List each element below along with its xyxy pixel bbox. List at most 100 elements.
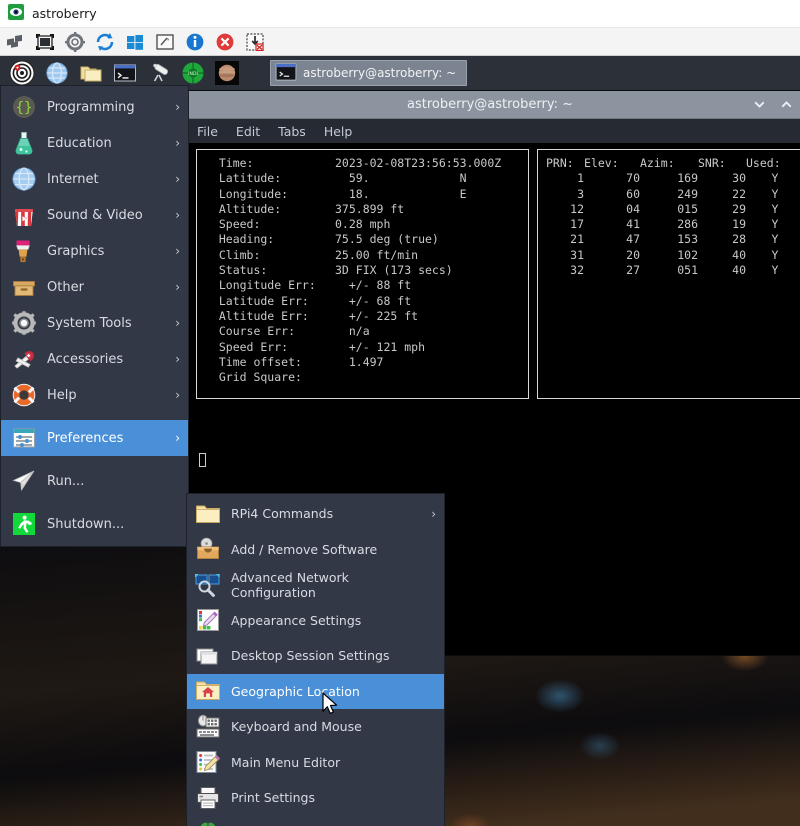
terminal-icon[interactable] bbox=[108, 58, 142, 88]
menu-button-icon[interactable] bbox=[4, 58, 40, 88]
satellite-cell: 40 bbox=[732, 247, 746, 262]
menu-item-shutdown[interactable]: Shutdown... bbox=[1, 506, 188, 542]
menu-help[interactable]: Help bbox=[324, 124, 353, 139]
refresh-icon[interactable] bbox=[94, 31, 116, 53]
file-manager-icon[interactable] bbox=[74, 58, 108, 88]
submenu-item-rpi4-commands[interactable]: RPi4 Commands › bbox=[187, 496, 444, 532]
menu-item-other[interactable]: Other › bbox=[1, 269, 188, 305]
menu-item-graphics[interactable]: Graphics › bbox=[1, 233, 188, 269]
web-browser-icon[interactable] bbox=[40, 58, 74, 88]
terminal-icon bbox=[275, 62, 297, 84]
gps-row: Time offset: 1.497 bbox=[205, 355, 520, 370]
menu-item-sound-video[interactable]: Sound & Video › bbox=[1, 197, 188, 233]
satellite-cell: 17 bbox=[570, 217, 584, 232]
preferences-submenu[interactable]: RPi4 Commands › Add / Remove Software Advan… bbox=[186, 493, 445, 826]
satellite-cell: Y bbox=[771, 186, 779, 201]
submenu-item-appearance-settings[interactable]: Appearance Settings bbox=[187, 603, 444, 639]
satellite-cell: 19 bbox=[732, 217, 746, 232]
terminal-menubar[interactable]: File Edit Tabs Help bbox=[187, 119, 800, 143]
submenu-item-label: Add / Remove Software bbox=[231, 541, 378, 557]
menu-item-system-tools[interactable]: System Tools › bbox=[1, 305, 188, 341]
menu-item-label: Preferences bbox=[47, 430, 124, 446]
satellite-table-pane: PRN: Elev: Azim: SNR: Used: 1 70 169 30 Y 3 60 249 22… bbox=[537, 149, 800, 399]
taskbar-launchers[interactable]: INDI bbox=[0, 58, 244, 88]
connection-options-icon[interactable] bbox=[4, 31, 26, 53]
menu-item-label: Other bbox=[47, 279, 84, 295]
satellite-column-header: SNR: bbox=[698, 156, 726, 170]
menu-item-internet[interactable]: Internet › bbox=[1, 161, 188, 197]
satellite-cell: 32 bbox=[570, 263, 584, 278]
help-lifering-icon bbox=[11, 382, 37, 408]
submenu-item-add-remove-software[interactable]: Add / Remove Software bbox=[187, 532, 444, 568]
menu-item-programming[interactable]: {} Programming › bbox=[1, 89, 188, 125]
info-icon[interactable] bbox=[184, 31, 206, 53]
chevron-right-icon: › bbox=[175, 388, 180, 402]
menu-item-label: Shutdown... bbox=[47, 516, 125, 532]
gps-row-value: 75.5 deg (true) bbox=[335, 232, 439, 247]
satellite-cell: 169 bbox=[677, 171, 698, 186]
satellite-cell: 04 bbox=[626, 201, 640, 216]
gps-row-label: Grid Square: bbox=[205, 370, 302, 385]
gps-row: Grid Square: bbox=[205, 370, 520, 385]
menu-item-help[interactable]: Help › bbox=[1, 377, 188, 413]
menu-item-preferences[interactable]: Preferences › bbox=[1, 420, 188, 456]
satellite-column-header: Azim: bbox=[640, 156, 675, 170]
windows-key-icon[interactable] bbox=[124, 31, 146, 53]
satellite-cell: Y bbox=[771, 217, 779, 232]
telescope-icon[interactable] bbox=[142, 58, 176, 88]
submenu-item-advanced-network-configuration[interactable]: Advanced Network Configuration bbox=[187, 567, 444, 603]
menu-edit[interactable]: Edit bbox=[236, 124, 260, 139]
planet-icon[interactable] bbox=[210, 58, 244, 88]
terminal-cursor bbox=[199, 453, 206, 467]
gps-row-value: +/- 68 ft bbox=[335, 293, 412, 308]
main-menu[interactable]: {} Programming › Education › Internet › Sound &… bbox=[0, 85, 189, 547]
terminal-window-title: astroberry@astroberry: ~ bbox=[407, 97, 573, 112]
gps-row-value: 25.00 ft/min bbox=[335, 247, 419, 262]
gps-row-value: 1.497 bbox=[335, 354, 384, 369]
menu-item-education[interactable]: Education › bbox=[1, 125, 188, 161]
maximize-button[interactable] bbox=[780, 98, 793, 111]
submenu-item-geographic-location[interactable]: Geographic Location bbox=[187, 673, 444, 709]
disconnect-icon[interactable] bbox=[214, 31, 236, 53]
indi-icon[interactable]: INDI bbox=[176, 58, 210, 88]
submenu-item-main-menu-editor[interactable]: Main Menu Editor bbox=[187, 745, 444, 781]
menu-item-run[interactable]: Run... bbox=[1, 463, 188, 499]
submenu-item-desktop-session-settings[interactable]: Desktop Session Settings bbox=[187, 638, 444, 674]
submenu-item-raspberry-pi-configuration[interactable]: Raspberry Pi Configuration bbox=[187, 816, 444, 826]
satellite-cell: 12 bbox=[570, 201, 584, 216]
ctrl-alt-del-icon[interactable] bbox=[154, 31, 176, 53]
settings-gear-icon[interactable] bbox=[64, 31, 86, 53]
chevron-right-icon: › bbox=[175, 244, 180, 258]
satellite-table-row: 31 20 102 40 Y bbox=[546, 248, 796, 263]
gps-row-value: +/- 225 ft bbox=[335, 308, 419, 323]
gps-row-label: Time offset: bbox=[205, 354, 302, 369]
submenu-item-keyboard-and-mouse[interactable]: Keyboard and Mouse bbox=[187, 709, 444, 745]
satellite-cell: 153 bbox=[677, 232, 698, 247]
add-remove-software-icon bbox=[195, 536, 221, 562]
desktop: astroberry@astroberry: ~ File Edit Tabs … bbox=[0, 56, 800, 826]
submenu-item-label: Main Menu Editor bbox=[231, 754, 341, 770]
vnc-viewer-toolbar[interactable] bbox=[0, 28, 800, 56]
taskbar-window-button[interactable]: astroberry@astroberry: ~ bbox=[270, 60, 468, 86]
fullscreen-icon[interactable] bbox=[34, 31, 56, 53]
minimize-button[interactable] bbox=[753, 98, 766, 111]
sound-video-icon bbox=[11, 202, 37, 228]
menu-tabs[interactable]: Tabs bbox=[278, 124, 306, 139]
gps-row-label: Altitude Err: bbox=[205, 308, 309, 323]
vnc-viewer-titlebar: astroberry bbox=[0, 0, 800, 28]
satellite-column-header: Elev: bbox=[584, 156, 619, 170]
terminal-titlebar[interactable]: astroberry@astroberry: ~ bbox=[187, 91, 800, 119]
submenu-item-print-settings[interactable]: Print Settings bbox=[187, 780, 444, 816]
submenu-item-label: Print Settings bbox=[231, 790, 315, 806]
menu-item-accessories[interactable]: Accessories › bbox=[1, 341, 188, 377]
satellite-column-header: PRN: bbox=[546, 156, 574, 170]
svg-text:{}: {} bbox=[16, 100, 33, 116]
menu-file[interactable]: File bbox=[197, 124, 218, 139]
satellite-cell: 30 bbox=[732, 171, 746, 186]
gps-row: Speed: 0.28 mph bbox=[205, 217, 520, 232]
file-transfer-icon[interactable] bbox=[244, 31, 266, 53]
satellite-cell: 3 bbox=[577, 186, 584, 201]
satellite-table-row: 12 04 015 29 Y bbox=[546, 202, 796, 217]
preferences-sliders-icon bbox=[11, 425, 37, 451]
satellite-cell: 21 bbox=[570, 232, 584, 247]
